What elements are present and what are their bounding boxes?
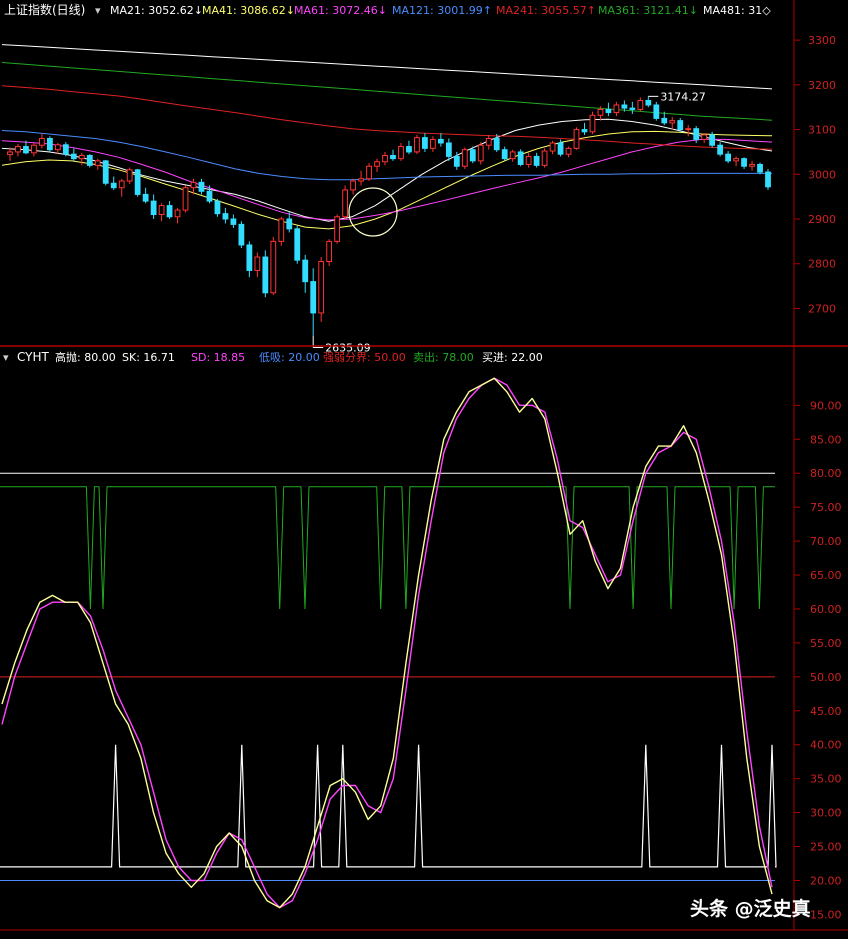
indicator-tick-label: 45.00 bbox=[810, 705, 842, 718]
ma-readout: MA121: 3001.99↑ bbox=[392, 4, 492, 17]
candle bbox=[214, 198, 221, 217]
indicator-tick-label: 50.00 bbox=[810, 671, 842, 684]
price-tick-label: 2700 bbox=[808, 302, 836, 315]
candle bbox=[765, 168, 771, 190]
candle bbox=[294, 225, 301, 264]
price-tick-label: 3200 bbox=[808, 79, 836, 92]
ma-readout: MA481: 31◇ bbox=[703, 4, 771, 17]
price-tick-label: 3300 bbox=[808, 34, 836, 47]
indicator-readout: 买进: 22.00 bbox=[482, 351, 543, 364]
index-name[interactable]: 上证指数(日线) bbox=[4, 2, 85, 17]
price-tick-label: 3100 bbox=[808, 124, 836, 137]
indicator-readout: SK: 16.71 bbox=[122, 351, 175, 364]
candle bbox=[589, 111, 596, 135]
stock-chart: 上证指数(日线) ▾ MA21: 3052.62↓ MA41: 3086.62↓ M… bbox=[0, 0, 848, 939]
candle bbox=[86, 154, 93, 168]
candle bbox=[342, 185, 349, 220]
indicator-tick-label: 65.00 bbox=[810, 569, 842, 582]
candle bbox=[238, 221, 245, 249]
ma-readouts: MA21: 3052.62↓ MA41: 3086.62↓ MA61: 3072.4… bbox=[110, 4, 771, 17]
watermark: 头条 @泛史真 bbox=[690, 897, 811, 920]
chevron-down-icon[interactable]: ▾ bbox=[95, 4, 101, 17]
price-tick-label: 3000 bbox=[808, 168, 836, 181]
indicator-tick-label: 30.00 bbox=[810, 807, 842, 820]
indicator-tick-label: 80.00 bbox=[810, 467, 842, 480]
candle bbox=[757, 162, 763, 175]
candle bbox=[541, 148, 548, 168]
indicator-tick-label: 75.00 bbox=[810, 501, 842, 514]
price-tick-label: 2900 bbox=[808, 213, 836, 226]
indicator-tick-label: 35.00 bbox=[810, 773, 842, 786]
indicator-tick-label: 70.00 bbox=[810, 535, 842, 548]
indicator-chevron-icon[interactable]: ▾ bbox=[3, 351, 9, 364]
indicator-tick-label: 85.00 bbox=[810, 433, 842, 446]
candle bbox=[262, 250, 269, 298]
indicator-tick-label: 90.00 bbox=[810, 399, 842, 412]
indicator-name[interactable]: CYHT bbox=[17, 350, 50, 364]
candle bbox=[653, 101, 660, 121]
indicator-tick-label: 60.00 bbox=[810, 603, 842, 616]
indicator-readouts: 高抛: 80.00 SK: 16.71 SD: 18.85 低吸: 20.00 强弱分界… bbox=[55, 350, 543, 364]
candle bbox=[318, 257, 325, 322]
ma-readout: MA361: 3121.41↓ bbox=[598, 4, 698, 17]
candle bbox=[182, 185, 189, 213]
candle bbox=[134, 168, 141, 197]
candle bbox=[270, 236, 277, 296]
candle bbox=[366, 163, 372, 181]
ma-readout: MA41: 3086.62↓ bbox=[202, 4, 295, 17]
indicator-tick-label: 40.00 bbox=[810, 739, 842, 752]
indicator-tick-label: 55.00 bbox=[810, 637, 842, 650]
candle bbox=[477, 142, 484, 165]
ma-readout: MA61: 3072.46↓ bbox=[294, 4, 387, 17]
ma-readout: MA241: 3055.57↑ bbox=[496, 4, 596, 17]
high-label: 3174.27 bbox=[660, 90, 706, 103]
candle bbox=[46, 136, 53, 152]
indicator-readout: SD: 18.85 bbox=[191, 351, 245, 364]
candle bbox=[461, 147, 468, 169]
indicator-readout: 高抛: 80.00 bbox=[55, 350, 116, 364]
candle bbox=[414, 134, 420, 155]
indicator-tick-label: 25.00 bbox=[810, 841, 842, 854]
candle bbox=[517, 149, 524, 167]
candle bbox=[278, 216, 285, 246]
candle bbox=[573, 127, 580, 150]
indicator-tick-label: 20.00 bbox=[810, 874, 842, 887]
candle bbox=[326, 239, 333, 266]
indicator-tick-label: 15.00 bbox=[810, 908, 842, 921]
candle bbox=[102, 159, 109, 186]
indicator-readout: 强弱分界: 50.00 bbox=[323, 351, 406, 364]
indicator-readout: 卖出: 78.00 bbox=[413, 350, 474, 364]
indicator-readout: 低吸: 20.00 bbox=[259, 351, 320, 364]
ma-readout: MA21: 3052.62↓ bbox=[110, 4, 203, 17]
candle bbox=[334, 214, 341, 244]
price-tick-label: 2800 bbox=[808, 258, 836, 271]
